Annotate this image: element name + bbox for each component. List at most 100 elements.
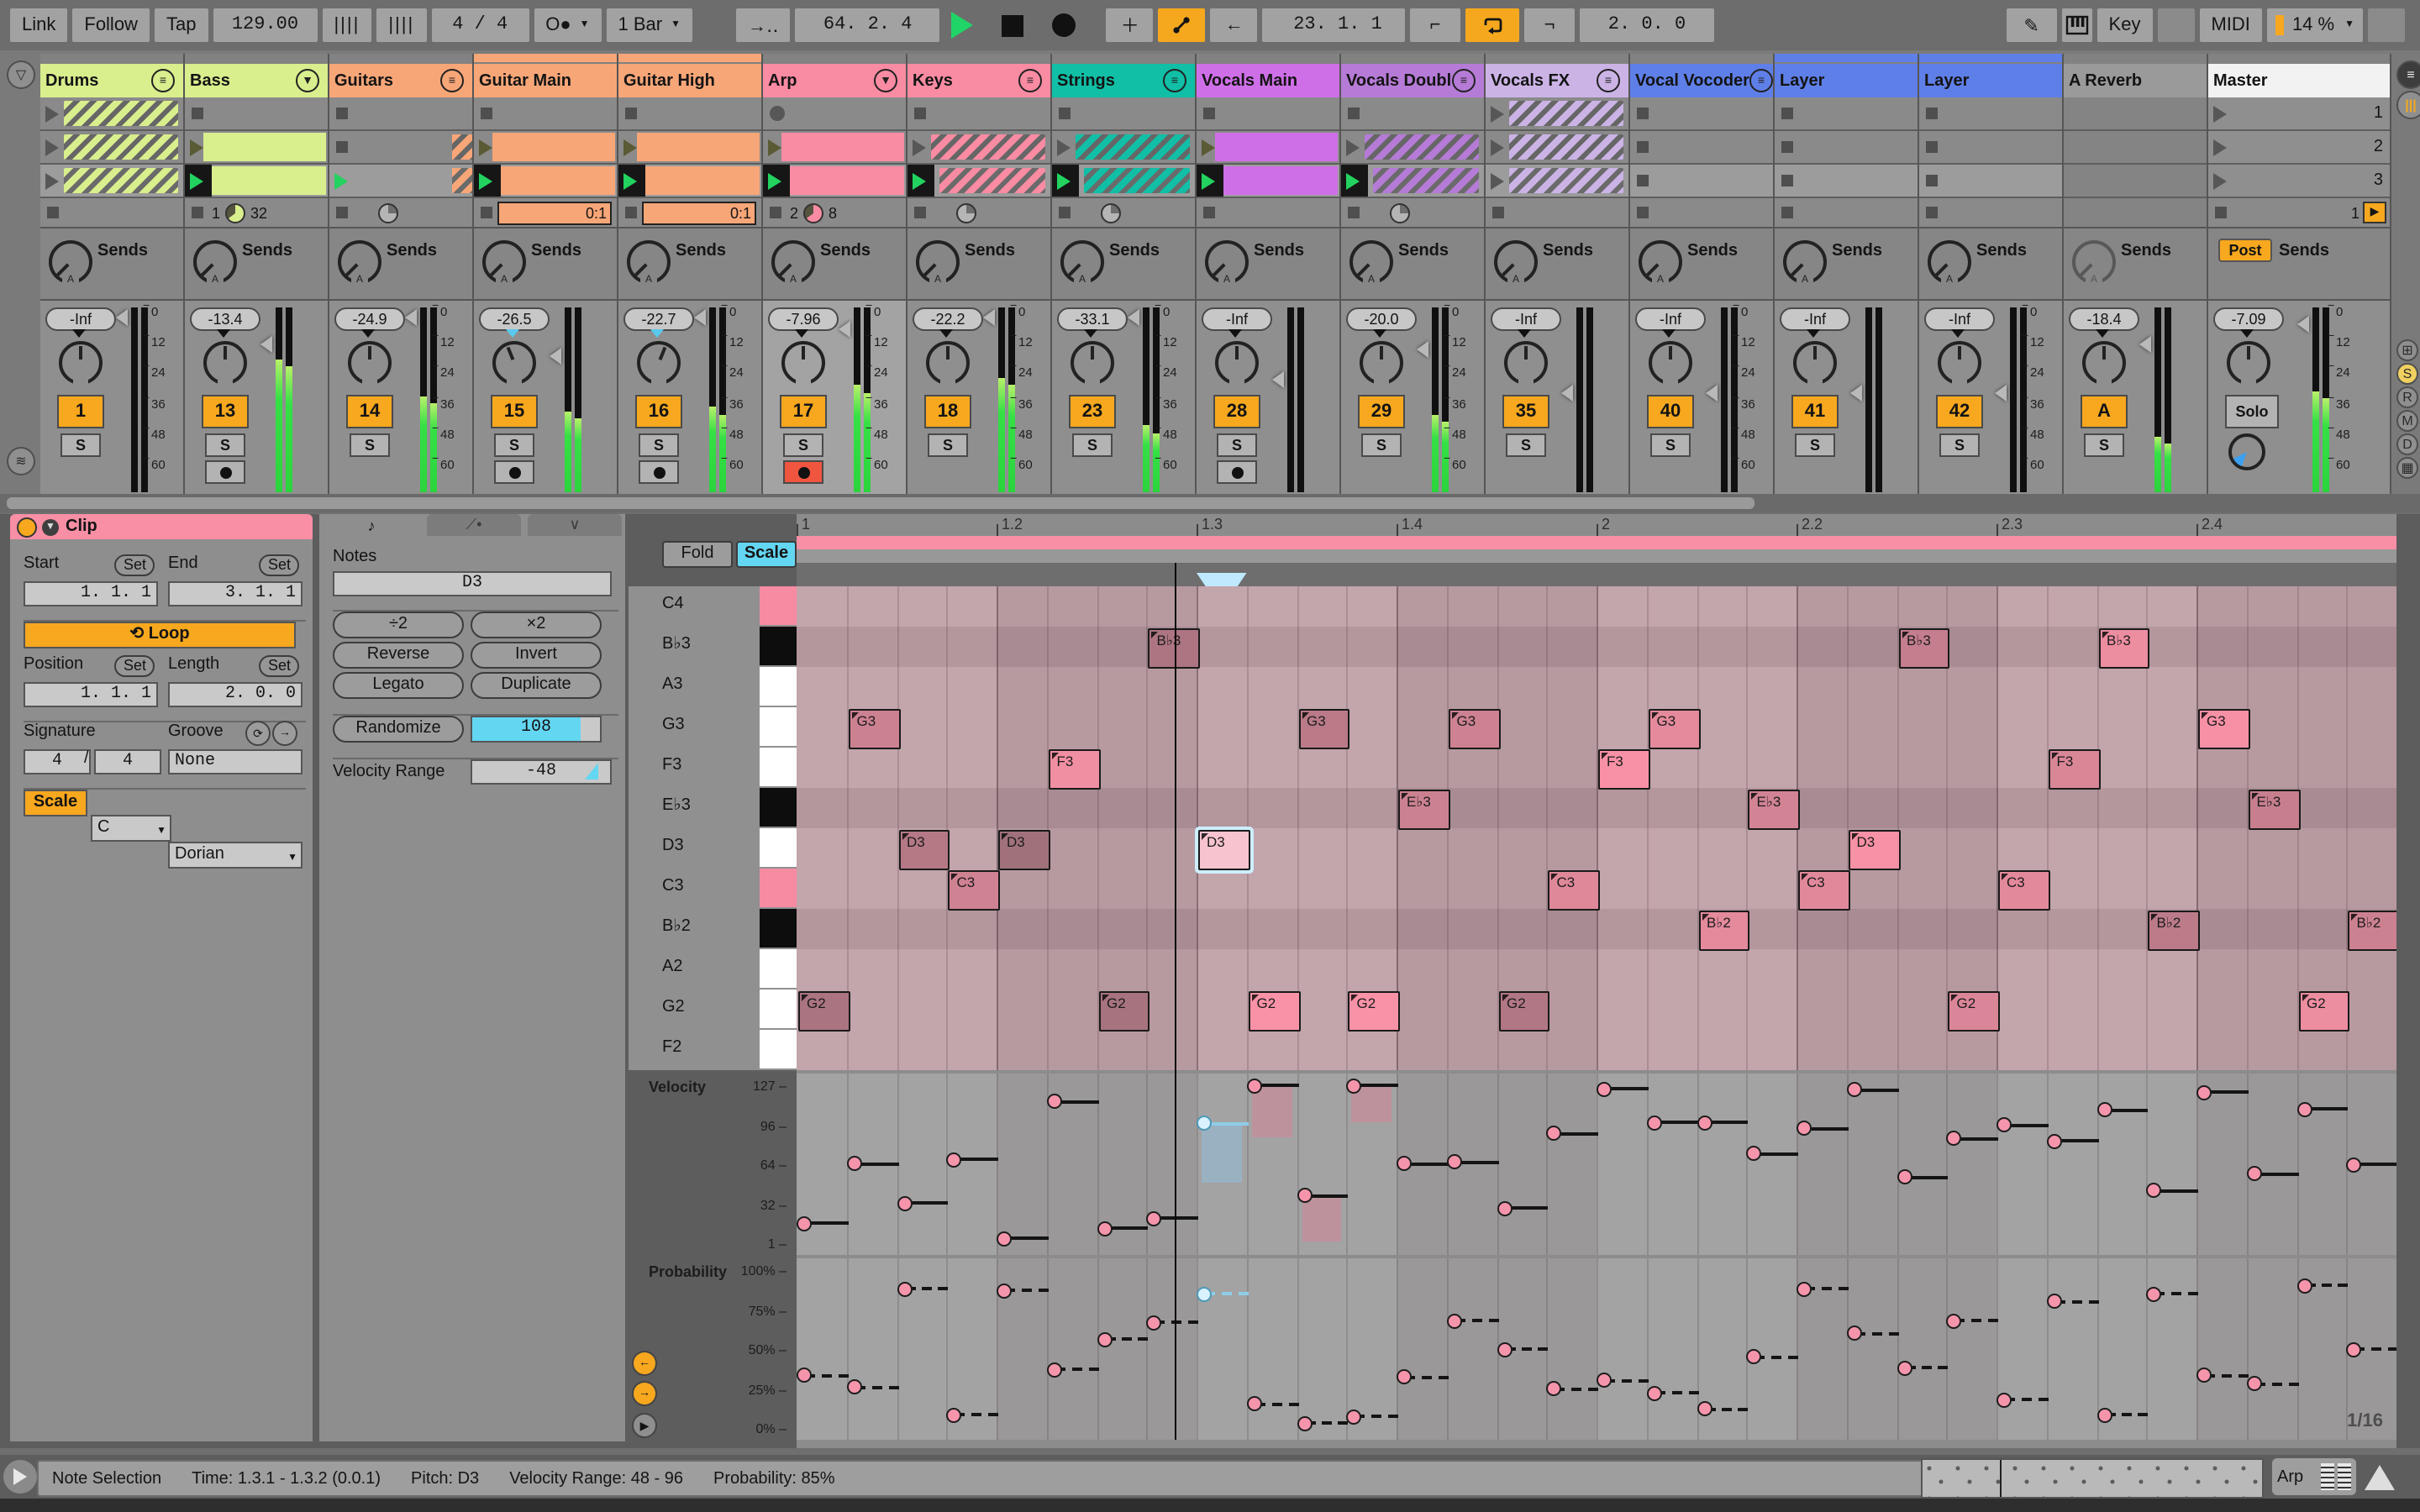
slot-record-icon[interactable]: [770, 106, 785, 121]
clip-play-icon[interactable]: [1346, 172, 1360, 189]
probability-marker[interactable]: [1897, 1360, 1912, 1376]
volume-db-field[interactable]: -Inf: [1780, 307, 1850, 331]
midi-note[interactable]: G2: [1348, 991, 1400, 1032]
legato-button[interactable]: Legato: [333, 672, 464, 699]
group-menu-icon[interactable]: ≡: [1018, 69, 1042, 92]
scene-play-icon[interactable]: [2213, 139, 2227, 155]
clip[interactable]: [501, 166, 615, 195]
midi-note[interactable]: G3: [848, 709, 900, 749]
automation-arm-icon[interactable]: [1158, 8, 1206, 42]
slot-stop-icon[interactable]: [2215, 207, 2227, 218]
volume-fader-handle[interactable]: [1706, 384, 1718, 402]
clip[interactable]: [1215, 133, 1338, 161]
slot-stop-icon[interactable]: [1781, 207, 1793, 218]
clip-slot[interactable]: [618, 165, 761, 198]
clip-play-icon[interactable]: [913, 139, 926, 155]
velocity-marker[interactable]: [1297, 1188, 1312, 1204]
unfold-arrow-icon[interactable]: ▼: [296, 69, 319, 92]
clip[interactable]: [790, 166, 904, 195]
pan-knob[interactable]: [2082, 341, 2126, 385]
session-horizontal-scrollbar[interactable]: [0, 494, 2420, 512]
lane-next-icon[interactable]: →: [632, 1381, 657, 1406]
groove-commit-icon[interactable]: ⟳: [245, 721, 271, 746]
volume-db-field[interactable]: -20.0: [1346, 307, 1417, 331]
clip-slot[interactable]: [1630, 131, 1773, 165]
end-set-button[interactable]: Set: [259, 554, 299, 576]
velocity-marker[interactable]: [1646, 1115, 1662, 1131]
volume-db-field[interactable]: -24.9: [334, 307, 405, 331]
track-header[interactable]: Bass ▼: [185, 54, 328, 97]
volume-db-field[interactable]: -18.4: [2069, 307, 2139, 331]
loop-start-field[interactable]: 23. 1. 1: [1270, 8, 1405, 42]
track-header[interactable]: Arp ▼: [763, 54, 906, 97]
probability-marker[interactable]: [1497, 1341, 1512, 1357]
send-a-knob[interactable]: A: [1928, 240, 1971, 287]
stop-all-clips-icon[interactable]: ▶: [2363, 202, 2386, 223]
midi-note[interactable]: G2: [798, 991, 850, 1032]
track-activator-button[interactable]: 15: [491, 395, 538, 428]
clip-slot[interactable]: [474, 165, 617, 198]
solo-button[interactable]: S: [928, 433, 968, 457]
clip-slot[interactable]: [329, 165, 472, 198]
group-menu-icon[interactable]: ≡: [1749, 69, 1773, 92]
clip-slot[interactable]: [763, 97, 906, 131]
duplicate-button[interactable]: Duplicate: [471, 672, 602, 699]
clip-slot[interactable]: [1197, 131, 1339, 165]
clip-stop-icon[interactable]: [1059, 108, 1071, 119]
velocity-lane[interactable]: [797, 1074, 2396, 1255]
clip-stop-icon[interactable]: [1203, 108, 1215, 119]
track-title[interactable]: Guitars ≡: [329, 64, 472, 97]
hatched-clip[interactable]: [1509, 134, 1623, 160]
collapse-arrow-icon[interactable]: ▽: [7, 60, 35, 89]
lane-expand-icon[interactable]: ▶: [632, 1413, 657, 1438]
velocity-marker[interactable]: [2296, 1101, 2312, 1117]
clip-slot[interactable]: [1197, 165, 1339, 198]
volume-db-field[interactable]: -Inf: [45, 307, 116, 331]
signature-numerator-field[interactable]: 4: [24, 749, 91, 774]
track-title[interactable]: Layer: [1775, 64, 1918, 97]
show-delay-toggle-icon[interactable]: D: [2396, 433, 2418, 455]
piano-key-row[interactable]: E♭3: [629, 788, 797, 830]
arm-record-button[interactable]: [639, 460, 679, 484]
clip-play-icon[interactable]: [1202, 172, 1215, 189]
send-a-knob[interactable]: A: [1783, 240, 1827, 287]
clip-play-icon[interactable]: [623, 139, 637, 155]
scale-root-select[interactable]: C: [91, 815, 171, 843]
group-menu-icon[interactable]: ≡: [151, 69, 175, 92]
track-title[interactable]: Master: [2208, 64, 2390, 97]
scale-fold-button[interactable]: Scale: [736, 541, 797, 568]
follow-ratio-field[interactable]: 0:1: [497, 201, 612, 224]
clip-slot[interactable]: [908, 165, 1050, 198]
volume-fader-handle[interactable]: [1417, 340, 1428, 358]
solo-button[interactable]: S: [350, 433, 390, 457]
pan-knob[interactable]: [1504, 341, 1548, 385]
probability-marker[interactable]: [1646, 1385, 1662, 1401]
clip-play-icon[interactable]: [1491, 172, 1504, 189]
clip-slot[interactable]: [1486, 165, 1628, 198]
probability-marker[interactable]: [1097, 1331, 1112, 1347]
velocity-marker[interactable]: [1746, 1146, 1762, 1162]
slot-stop-icon[interactable]: [1926, 207, 1938, 218]
clip-slot[interactable]: [1630, 97, 1773, 131]
clip-slot[interactable]: [2064, 131, 2207, 165]
clip-stop-icon[interactable]: [1926, 175, 1938, 186]
reenable-automation-icon[interactable]: ←: [1210, 8, 1258, 42]
probability-marker[interactable]: [1996, 1392, 2012, 1408]
send-a-knob[interactable]: A: [2072, 240, 2116, 287]
track-header[interactable]: Vocals FX ≡: [1486, 54, 1628, 97]
clip-play-icon[interactable]: [768, 172, 781, 189]
clip-slot[interactable]: [1775, 97, 1918, 131]
clip-slot[interactable]: [1775, 131, 1918, 165]
pan-knob[interactable]: [637, 341, 681, 385]
clip-slot[interactable]: [1919, 97, 2062, 131]
groove-field[interactable]: None: [168, 749, 302, 774]
track-activator-button[interactable]: 1: [57, 395, 104, 428]
scale-mode-button[interactable]: Scale: [24, 790, 87, 816]
clip-play-icon[interactable]: [1346, 139, 1360, 155]
track-activator-button[interactable]: 17: [780, 395, 827, 428]
piano-key-row[interactable]: C3: [629, 869, 797, 911]
clip-slot[interactable]: [185, 131, 328, 165]
track-title[interactable]: Guitar High: [618, 64, 761, 97]
arrangement-position-field[interactable]: 64. 2. 4: [795, 8, 940, 42]
clip-slot[interactable]: [1052, 131, 1195, 165]
